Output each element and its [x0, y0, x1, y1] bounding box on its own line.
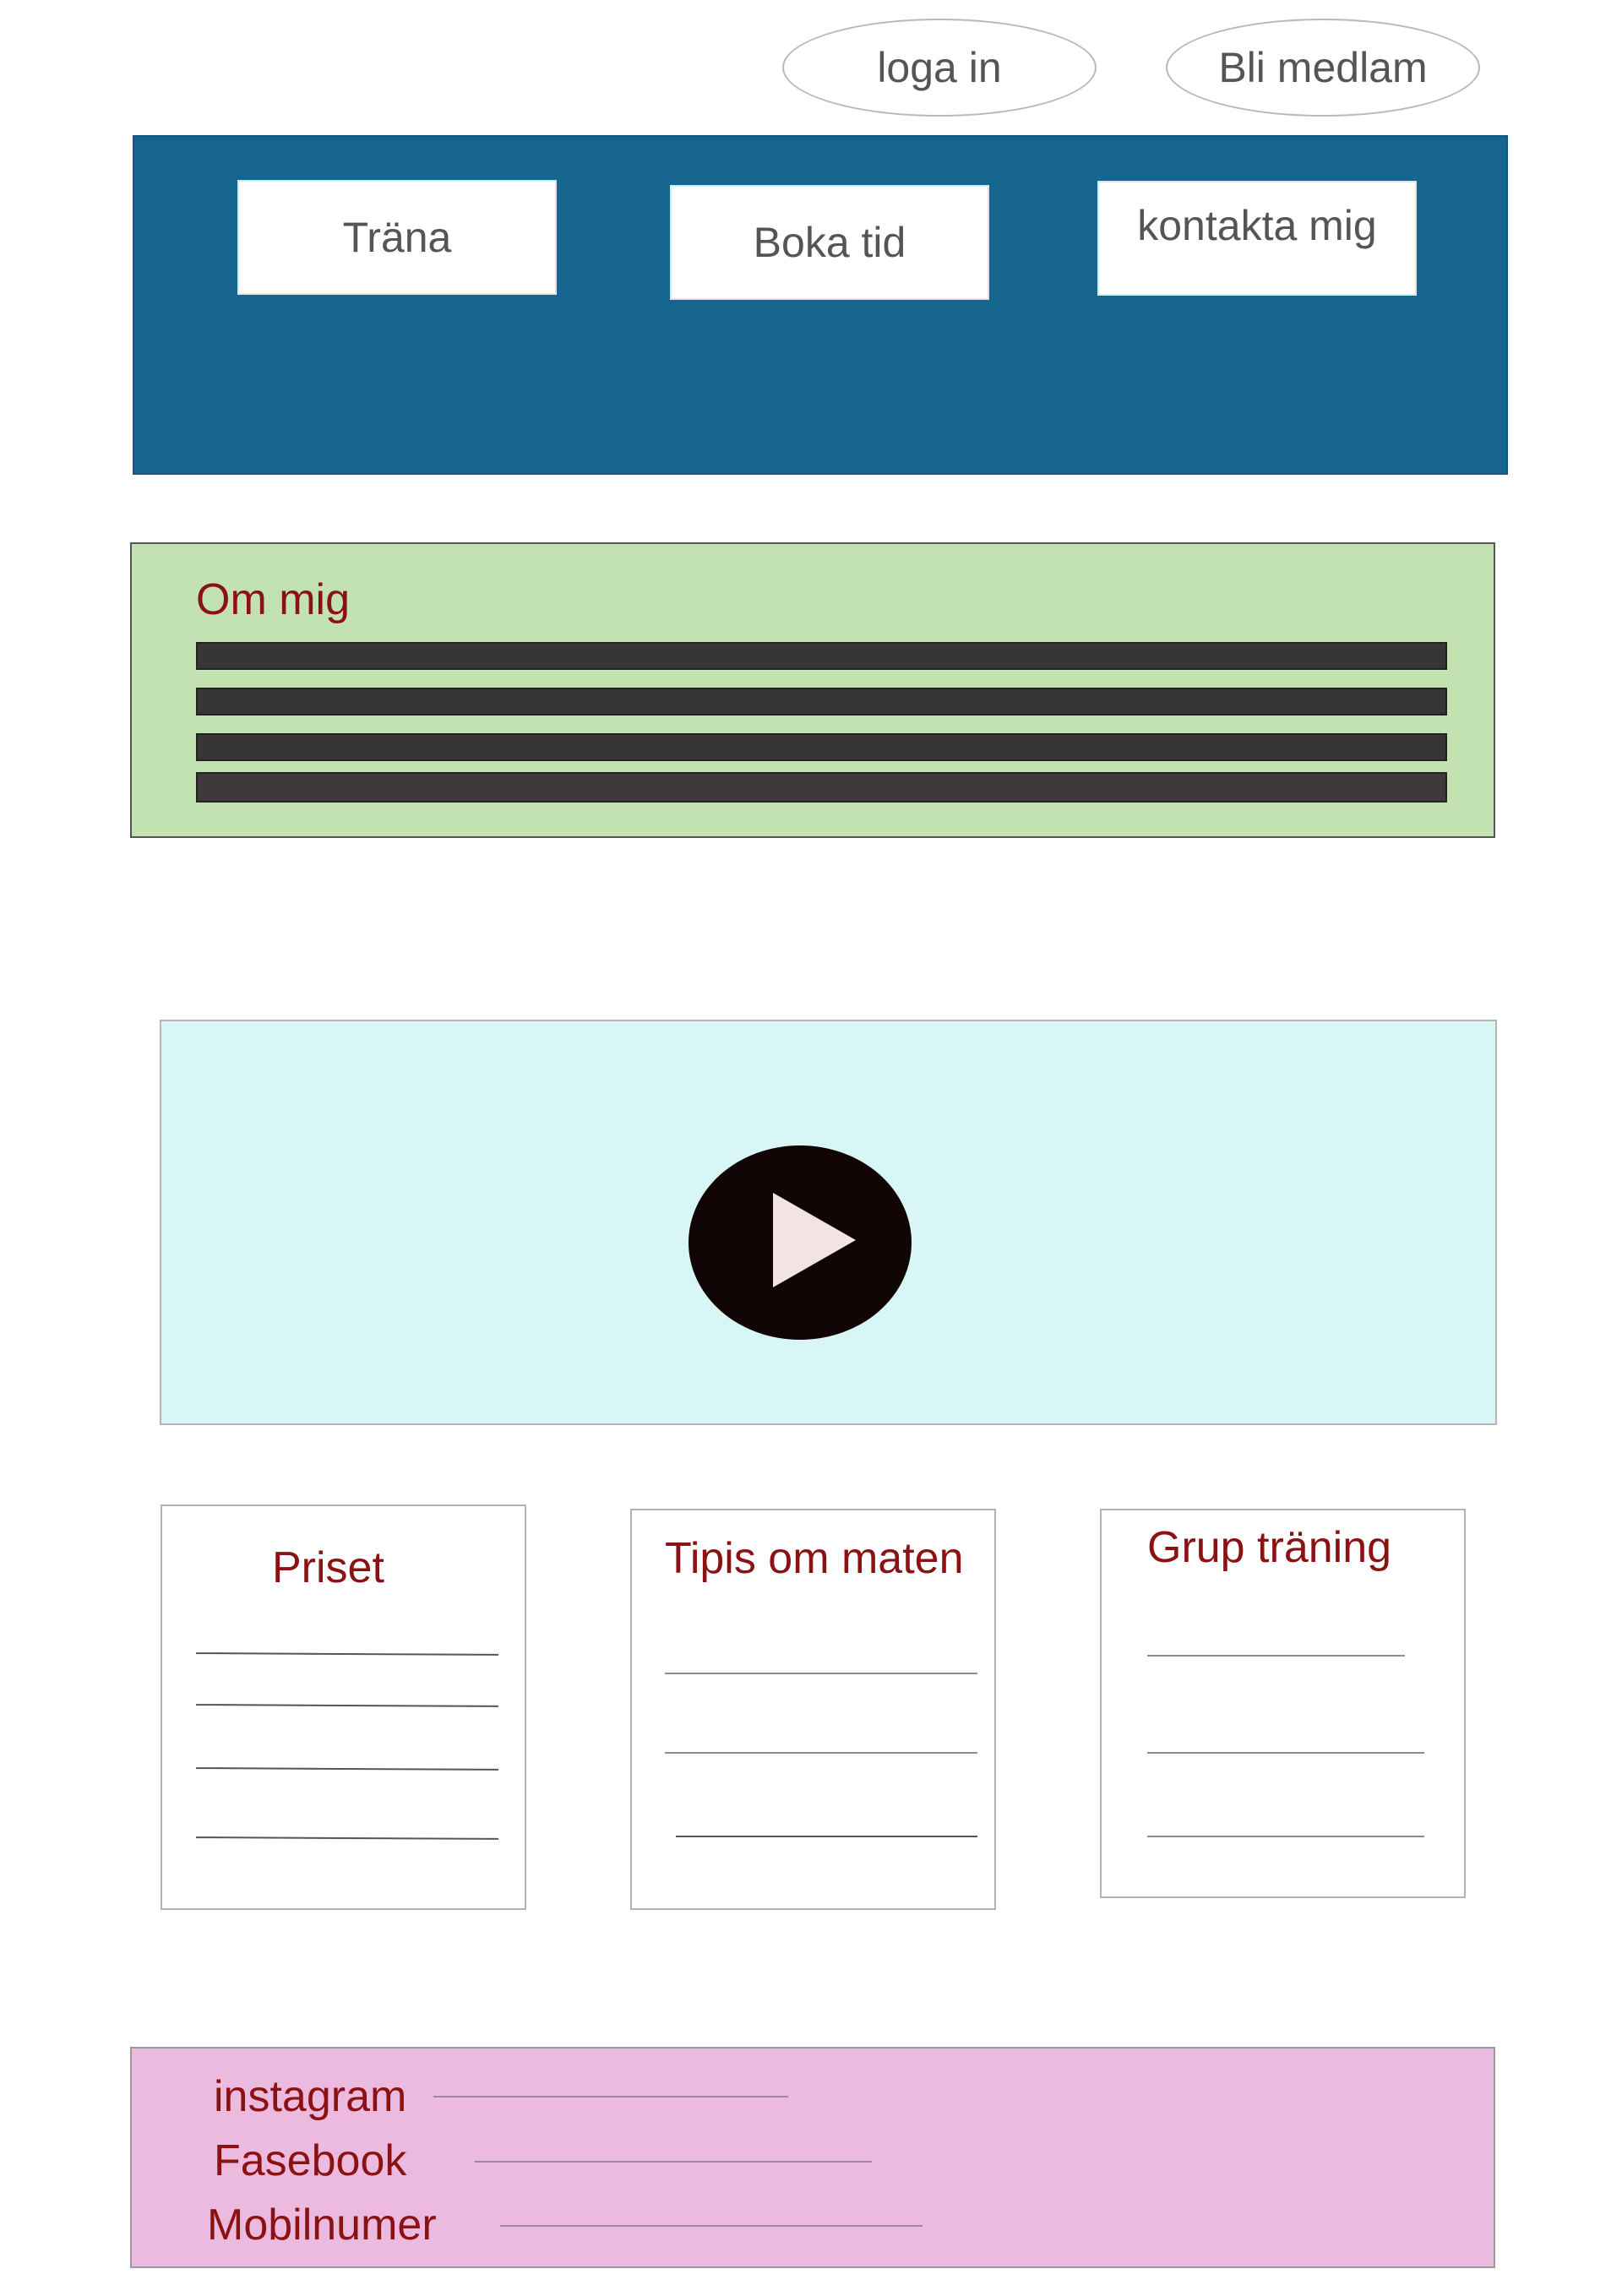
instagram-line — [433, 2096, 788, 2097]
food-tips-line — [665, 1673, 977, 1674]
login-label: loga in — [877, 44, 1002, 91]
nav-book-label: Boka tid — [753, 219, 906, 266]
about-text-line — [196, 772, 1447, 803]
login-button[interactable]: loga in — [782, 19, 1097, 117]
signup-label: Bli medlam — [1218, 44, 1428, 91]
about-text-line — [196, 688, 1447, 715]
food-tips-line — [676, 1836, 977, 1837]
nav-book-button[interactable]: Boka tid — [670, 185, 989, 300]
group-training-line — [1147, 1752, 1424, 1754]
nav-contact-button[interactable]: kontakta mig — [1097, 181, 1417, 296]
price-card-title: Priset — [272, 1543, 384, 1592]
food-tips-card-title: Tipis om maten — [665, 1534, 964, 1583]
phone-number-link[interactable]: Mobilnumer — [207, 2200, 437, 2250]
group-training-line — [1147, 1836, 1424, 1837]
about-text-line — [196, 642, 1447, 670]
about-title: Om mig — [196, 575, 350, 624]
nav-contact-label: kontakta mig — [1137, 202, 1377, 249]
group-training-line — [1147, 1655, 1405, 1657]
facebook-link[interactable]: Fasebook — [214, 2135, 406, 2186]
nav-train-label: Träna — [342, 214, 452, 261]
group-training-card-title: Grup träning — [1147, 1523, 1392, 1572]
signup-button[interactable]: Bli medlam — [1166, 19, 1480, 117]
food-tips-line — [665, 1752, 977, 1754]
instagram-link[interactable]: instagram — [214, 2071, 406, 2122]
nav-train-button[interactable]: Träna — [237, 180, 557, 295]
phone-number-line — [500, 2225, 923, 2227]
facebook-line — [475, 2161, 872, 2163]
about-text-line — [196, 733, 1447, 761]
play-icon[interactable] — [689, 1145, 912, 1340]
